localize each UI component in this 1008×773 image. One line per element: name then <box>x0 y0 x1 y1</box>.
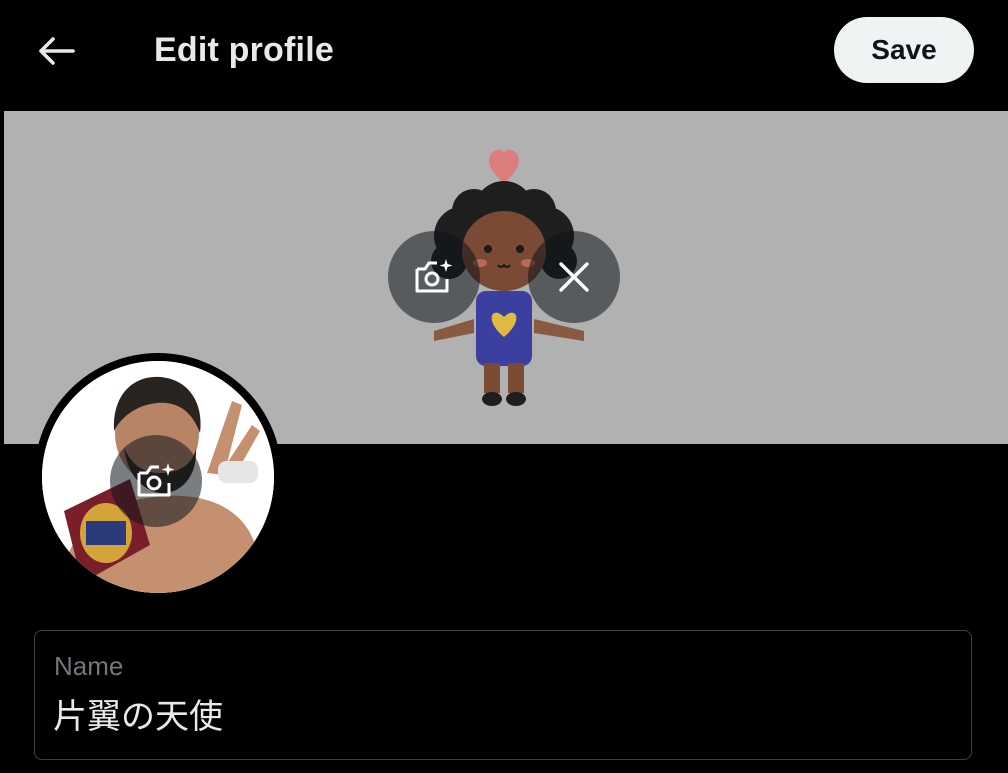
change-avatar-button[interactable] <box>110 435 202 527</box>
change-banner-button[interactable] <box>388 231 480 323</box>
page-title: Edit profile <box>154 31 334 69</box>
back-button[interactable] <box>26 24 86 78</box>
avatar-frame <box>34 353 282 601</box>
close-icon <box>559 262 589 292</box>
save-button[interactable]: Save <box>834 17 974 83</box>
arrow-left-icon <box>39 37 75 65</box>
name-input[interactable] <box>53 693 933 733</box>
camera-add-icon <box>415 259 453 293</box>
camera-add-icon <box>137 463 175 497</box>
name-label: Name <box>54 651 124 681</box>
remove-banner-button[interactable] <box>528 231 620 323</box>
name-field[interactable]: Name <box>34 630 972 760</box>
top-bar: Edit profile Save <box>0 0 1008 105</box>
